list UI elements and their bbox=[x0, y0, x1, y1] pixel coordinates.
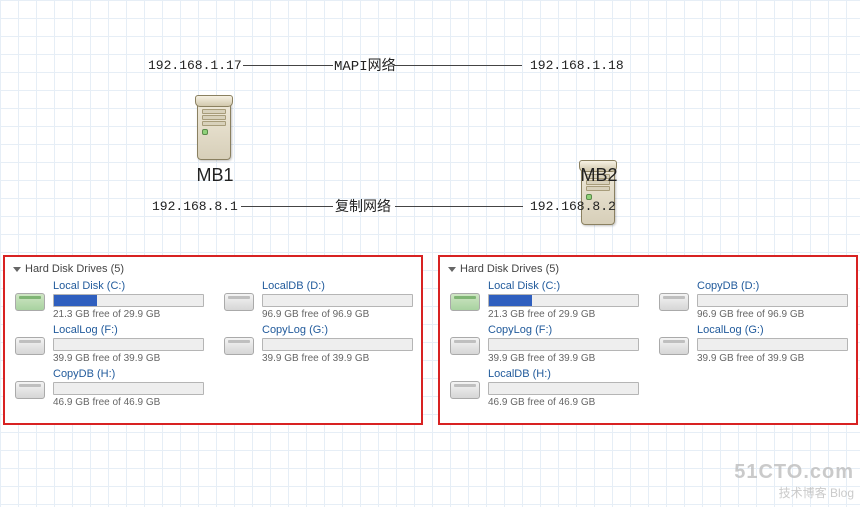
repl-line-left bbox=[241, 206, 333, 207]
server-mb1-icon bbox=[193, 95, 235, 160]
repl-line-right bbox=[395, 206, 523, 207]
watermark: 51CTO.com 技术博客 Blog bbox=[734, 461, 854, 501]
drive-name: Local Disk (C:) bbox=[53, 280, 204, 292]
drive-usage-bar bbox=[53, 294, 204, 307]
drive-usage-bar bbox=[488, 294, 639, 307]
drive-name: LocalDB (D:) bbox=[262, 280, 413, 292]
ip-mb1-repl: 192.168.8.1 bbox=[152, 199, 238, 214]
drive-name: CopyLog (G:) bbox=[262, 324, 413, 336]
mapi-line-left bbox=[243, 65, 333, 66]
drive-icon bbox=[657, 331, 691, 357]
drive-icon bbox=[13, 331, 47, 357]
drive-free-text: 96.9 GB free of 96.9 GB bbox=[262, 309, 413, 320]
drive-item[interactable]: CopyLog (G:) 39.9 GB free of 39.9 GB bbox=[222, 325, 413, 363]
drive-name: LocalDB (H:) bbox=[488, 368, 639, 380]
drive-name: LocalLog (F:) bbox=[53, 324, 204, 336]
drives-panel-mb1: Hard Disk Drives (5) Local Disk (C:) 21.3… bbox=[3, 255, 423, 425]
mapi-network-label: MAPI网络 bbox=[334, 55, 396, 75]
drive-item[interactable]: LocalLog (G:) 39.9 GB free of 39.9 GB bbox=[657, 325, 848, 363]
drive-usage-bar bbox=[697, 294, 848, 307]
mapi-line-right bbox=[394, 65, 522, 66]
drive-usage-bar bbox=[262, 338, 413, 351]
drive-item[interactable]: LocalDB (H:) 46.9 GB free of 46.9 GB bbox=[448, 369, 639, 407]
drive-icon bbox=[13, 287, 47, 313]
drive-free-text: 21.3 GB free of 29.9 GB bbox=[53, 309, 204, 320]
drive-item[interactable]: CopyDB (H:) 46.9 GB free of 46.9 GB bbox=[13, 369, 204, 407]
drive-item[interactable]: Local Disk (C:) 21.3 GB free of 29.9 GB bbox=[13, 281, 204, 319]
drive-item[interactable]: LocalDB (D:) 96.9 GB free of 96.9 GB bbox=[222, 281, 413, 319]
ip-mb2-repl: 192.168.8.2 bbox=[530, 199, 616, 214]
drive-name: Local Disk (C:) bbox=[488, 280, 639, 292]
drive-usage-bar bbox=[488, 382, 639, 395]
drive-free-text: 39.9 GB free of 39.9 GB bbox=[53, 353, 204, 364]
drive-free-text: 21.3 GB free of 29.9 GB bbox=[488, 309, 639, 320]
drive-usage-bar bbox=[262, 294, 413, 307]
watermark-line1: 51CTO.com bbox=[734, 461, 854, 484]
drive-icon bbox=[448, 375, 482, 401]
drive-icon bbox=[448, 287, 482, 313]
drives-panel-mb2: Hard Disk Drives (5) Local Disk (C:) 21.3… bbox=[438, 255, 858, 425]
drive-free-text: 96.9 GB free of 96.9 GB bbox=[697, 309, 848, 320]
drive-icon bbox=[657, 287, 691, 313]
drive-usage-bar bbox=[53, 382, 204, 395]
drive-item[interactable]: CopyLog (F:) 39.9 GB free of 39.9 GB bbox=[448, 325, 639, 363]
drive-name: CopyDB (H:) bbox=[53, 368, 204, 380]
drive-icon bbox=[448, 331, 482, 357]
server-mb1-name: MB1 bbox=[180, 165, 250, 186]
drive-usage-bar bbox=[488, 338, 639, 351]
drive-free-text: 39.9 GB free of 39.9 GB bbox=[697, 353, 848, 364]
drive-name: CopyLog (F:) bbox=[488, 324, 639, 336]
drive-free-text: 46.9 GB free of 46.9 GB bbox=[488, 397, 639, 408]
server-mb2-name: MB2 bbox=[564, 165, 634, 186]
drive-free-text: 46.9 GB free of 46.9 GB bbox=[53, 397, 204, 408]
drive-usage-bar bbox=[53, 338, 204, 351]
drive-item[interactable]: CopyDB (D:) 96.9 GB free of 96.9 GB bbox=[657, 281, 848, 319]
drive-free-text: 39.9 GB free of 39.9 GB bbox=[488, 353, 639, 364]
watermark-line2: 技术博客 Blog bbox=[734, 484, 854, 501]
ip-mb2-mapi: 192.168.1.18 bbox=[530, 58, 624, 73]
drive-name: CopyDB (D:) bbox=[697, 280, 848, 292]
drives-panel-mb1-header: Hard Disk Drives (5) bbox=[25, 263, 124, 275]
drive-icon bbox=[222, 331, 256, 357]
drive-icon bbox=[13, 375, 47, 401]
replication-network-label: 复制网络 bbox=[335, 196, 391, 216]
ip-mb1-mapi: 192.168.1.17 bbox=[148, 58, 242, 73]
drive-item[interactable]: Local Disk (C:) 21.3 GB free of 29.9 GB bbox=[448, 281, 639, 319]
drive-free-text: 39.9 GB free of 39.9 GB bbox=[262, 353, 413, 364]
drive-item[interactable]: LocalLog (F:) 39.9 GB free of 39.9 GB bbox=[13, 325, 204, 363]
drives-panel-mb2-header: Hard Disk Drives (5) bbox=[460, 263, 559, 275]
drive-usage-bar bbox=[697, 338, 848, 351]
drive-name: LocalLog (G:) bbox=[697, 324, 848, 336]
drive-icon bbox=[222, 287, 256, 313]
